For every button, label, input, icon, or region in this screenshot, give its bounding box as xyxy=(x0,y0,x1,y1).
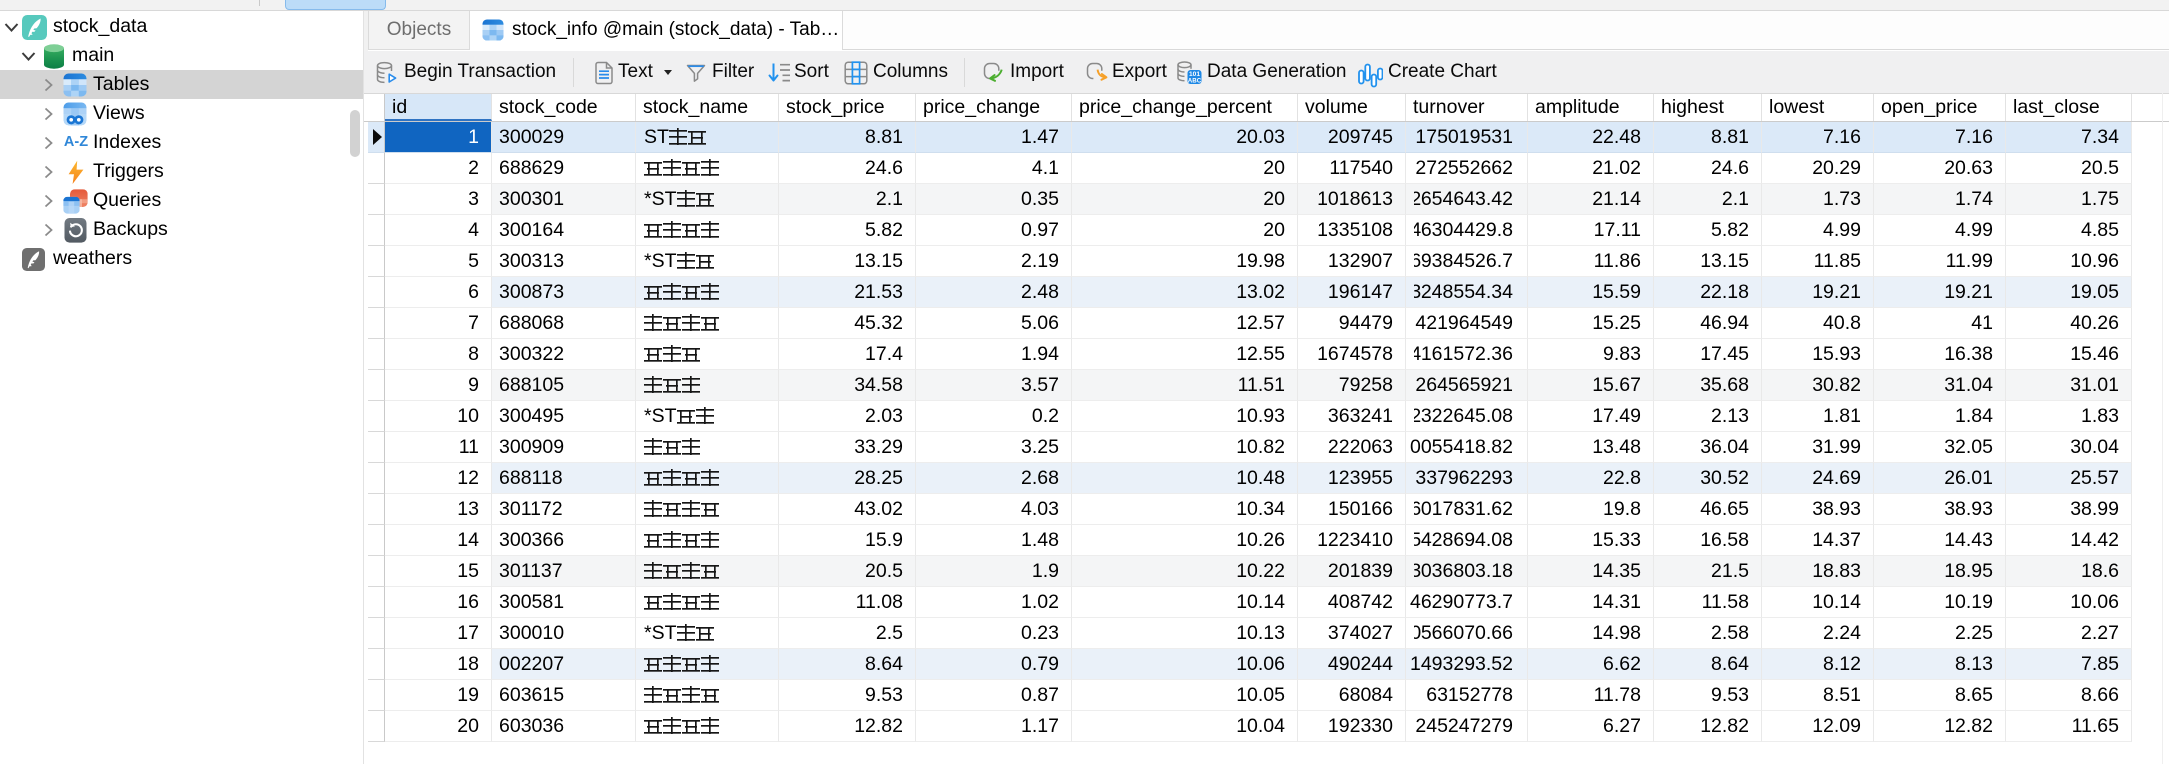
svg-text:ABC: ABC xyxy=(1188,78,1202,85)
